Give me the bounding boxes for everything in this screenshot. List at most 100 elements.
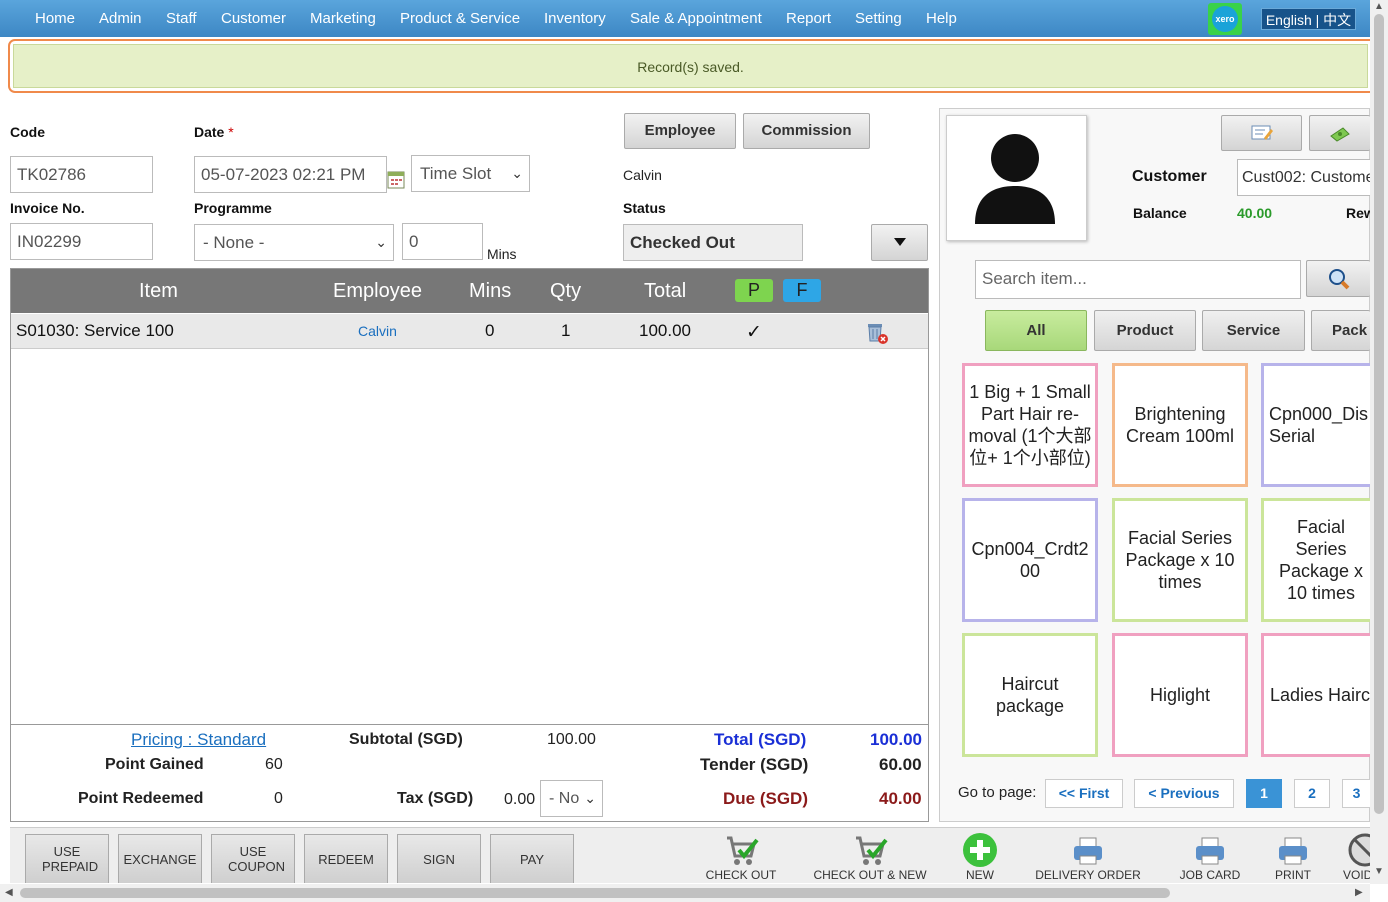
- nav-marketing[interactable]: Marketing: [310, 10, 376, 27]
- programme-select[interactable]: - None - ⌄: [194, 224, 394, 261]
- customer-wallet-button[interactable]: [1309, 115, 1370, 151]
- customer-field[interactable]: Cust002: Customer: [1237, 159, 1370, 196]
- product-tile[interactable]: Higlight: [1112, 633, 1248, 757]
- product-tile[interactable]: Ladies Haircut: [1261, 633, 1370, 757]
- commission-button[interactable]: Commission: [743, 113, 870, 149]
- code-field[interactable]: TK02786: [10, 156, 153, 193]
- product-tile[interactable]: Facial Series Package x 10 times: [1112, 498, 1248, 622]
- exchange-button[interactable]: EXCHANGE: [118, 834, 202, 883]
- use-prepaid-button[interactable]: USE PREPAID: [25, 834, 109, 883]
- page-button-2[interactable]: 2: [1294, 779, 1330, 808]
- status-dropdown-button[interactable]: [871, 224, 928, 261]
- product-tile[interactable]: Haircut package: [962, 633, 1098, 757]
- first-page-button[interactable]: << First: [1045, 779, 1123, 808]
- calendar-icon[interactable]: [387, 170, 405, 189]
- col-item: Item: [139, 280, 178, 302]
- search-icon: [1328, 269, 1349, 290]
- customer-avatar: [946, 115, 1087, 241]
- horizontal-scrollbar[interactable]: ◀ ▶: [0, 884, 1370, 902]
- previous-page-button[interactable]: < Previous: [1134, 779, 1234, 808]
- use-coupon-button[interactable]: USE COUPON: [211, 834, 295, 883]
- cart-check-icon: [727, 836, 759, 865]
- nav-report[interactable]: Report: [786, 10, 831, 27]
- new-button[interactable]: NEW: [960, 832, 1000, 882]
- page-button-3[interactable]: 3: [1342, 779, 1370, 808]
- tile-label: 1 Big + 1 Small Part Hair re-moval (1个大部…: [968, 382, 1092, 468]
- category-all[interactable]: All: [985, 310, 1087, 351]
- print-button[interactable]: PRINT: [1268, 832, 1318, 882]
- checkout-new-button[interactable]: CHECK OUT & NEW: [810, 832, 930, 882]
- nav-staff[interactable]: Staff: [166, 10, 197, 27]
- chevron-down-icon: ⌄: [582, 781, 596, 816]
- goto-page-label: Go to page:: [958, 784, 1037, 801]
- vertical-scroll-thumb[interactable]: [1374, 14, 1384, 814]
- pay-button[interactable]: PAY: [490, 834, 574, 883]
- programme-label: Programme: [194, 200, 272, 216]
- timeslot-select[interactable]: Time Slot ⌄: [411, 155, 530, 192]
- code-label: Code: [10, 124, 45, 140]
- table-row[interactable]: S01030: Service 100 Calvin 0 1 100.00 ✓: [11, 314, 928, 349]
- due-value: 40.00: [879, 789, 922, 808]
- point-redeemed-value: 0: [274, 790, 283, 807]
- scroll-right-icon[interactable]: ▶: [1355, 887, 1363, 898]
- use-coupon-label: USE COUPON: [228, 844, 286, 874]
- badge-f[interactable]: F: [783, 279, 821, 302]
- delete-icon[interactable]: [863, 319, 889, 345]
- row-employee[interactable]: Calvin: [358, 323, 397, 339]
- action-toolbar: USE PREPAID EXCHANGE USE COUPON REDEEM S…: [10, 827, 1370, 883]
- job-card-button[interactable]: JOB CARD: [1175, 832, 1245, 882]
- scroll-up-icon[interactable]: ▲: [1374, 1, 1384, 12]
- page-button-1[interactable]: 1: [1246, 779, 1282, 808]
- badge-p[interactable]: P: [735, 279, 773, 302]
- checkout-button[interactable]: CHECK OUT: [703, 832, 779, 882]
- redeem-button[interactable]: REDEEM: [304, 834, 388, 883]
- nav-home[interactable]: Home: [35, 10, 75, 27]
- date-field[interactable]: 05-07-2023 02:21 PM: [194, 156, 387, 193]
- nav-admin[interactable]: Admin: [99, 10, 142, 27]
- product-tile[interactable]: Cpn000_Dis Serial: [1261, 363, 1370, 487]
- search-button[interactable]: [1306, 260, 1370, 297]
- nav-sale-appointment[interactable]: Sale & Appointment: [630, 10, 762, 27]
- scroll-left-icon[interactable]: ◀: [5, 887, 13, 898]
- delivery-order-button[interactable]: DELIVERY ORDER: [1032, 832, 1144, 882]
- product-tile[interactable]: Brightening Cream 100ml: [1112, 363, 1248, 487]
- new-label: NEW: [966, 868, 994, 882]
- status-field: Checked Out: [623, 224, 803, 261]
- nav-setting[interactable]: Setting: [855, 10, 902, 27]
- pricing-link[interactable]: Pricing : Standard: [131, 730, 266, 750]
- category-package[interactable]: Pack: [1311, 310, 1370, 351]
- edit-customer-button[interactable]: [1221, 115, 1302, 151]
- scroll-down-icon[interactable]: ▼: [1374, 866, 1384, 877]
- horizontal-scroll-thumb[interactable]: [20, 888, 1170, 898]
- nav-product-service[interactable]: Product & Service: [400, 10, 520, 27]
- mins-field[interactable]: 0: [402, 223, 483, 260]
- row-total: 100.00: [639, 321, 691, 340]
- tax-select[interactable]: - No ⌄: [540, 780, 603, 817]
- void-button[interactable]: VOID: [1343, 832, 1370, 882]
- product-tile[interactable]: Facial Series Package x 10 times: [1261, 498, 1370, 622]
- total-label: Total (SGD): [714, 730, 807, 749]
- category-service[interactable]: Service: [1202, 310, 1305, 351]
- due-label: Due (SGD): [723, 789, 808, 808]
- nav-help[interactable]: Help: [926, 10, 957, 27]
- save-notice: Record(s) saved.: [13, 44, 1368, 88]
- row-qty: 1: [561, 321, 571, 340]
- category-product[interactable]: Product: [1094, 310, 1196, 351]
- nav-customer[interactable]: Customer: [221, 10, 286, 27]
- language-switch[interactable]: English | 中文: [1261, 8, 1356, 30]
- invoice-label: Invoice No.: [10, 200, 85, 216]
- product-tile[interactable]: Cpn004_Crdt200: [962, 498, 1098, 622]
- subtotal-label: Subtotal (SGD): [349, 731, 463, 748]
- product-tile[interactable]: 1 Big + 1 Small Part Hair re-moval (1个大部…: [962, 363, 1098, 487]
- row-mins: 0: [485, 321, 495, 340]
- search-input[interactable]: Search item...: [975, 260, 1301, 299]
- invoice-field[interactable]: IN02299: [10, 223, 153, 260]
- employee-button[interactable]: Employee: [624, 113, 736, 149]
- printer-icon: [1196, 837, 1224, 865]
- nav-inventory[interactable]: Inventory: [544, 10, 606, 27]
- status-label: Status: [623, 200, 666, 216]
- delivery-order-label: DELIVERY ORDER: [1035, 868, 1141, 882]
- vertical-scrollbar[interactable]: ▲ ▼: [1370, 0, 1388, 884]
- sign-button[interactable]: SIGN: [397, 834, 481, 883]
- xero-icon[interactable]: xero: [1208, 3, 1242, 35]
